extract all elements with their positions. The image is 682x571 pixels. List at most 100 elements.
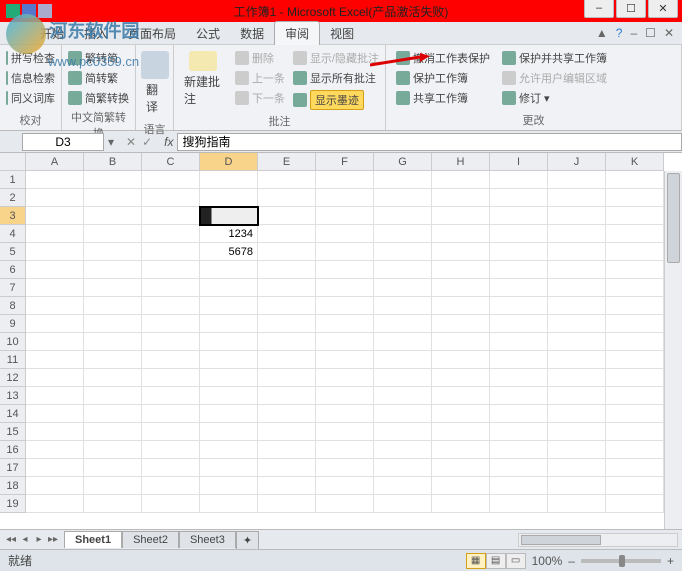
cell[interactable] bbox=[84, 171, 142, 189]
cell[interactable] bbox=[200, 351, 258, 369]
cell[interactable] bbox=[200, 315, 258, 333]
cell[interactable] bbox=[606, 171, 664, 189]
cell[interactable] bbox=[374, 261, 432, 279]
cell[interactable] bbox=[84, 297, 142, 315]
cell[interactable] bbox=[26, 171, 84, 189]
sheet-tab[interactable]: Sheet1 bbox=[64, 531, 122, 548]
row-header[interactable]: 14 bbox=[0, 405, 25, 423]
cell[interactable] bbox=[316, 207, 374, 225]
cell[interactable] bbox=[84, 405, 142, 423]
cell[interactable] bbox=[374, 441, 432, 459]
cell[interactable] bbox=[316, 333, 374, 351]
cell[interactable] bbox=[200, 297, 258, 315]
cell[interactable] bbox=[258, 261, 316, 279]
cell[interactable] bbox=[26, 225, 84, 243]
col-header[interactable]: G bbox=[374, 153, 432, 170]
row-header[interactable]: 10 bbox=[0, 333, 25, 351]
row-header[interactable]: 18 bbox=[0, 477, 25, 495]
cell[interactable] bbox=[374, 405, 432, 423]
formula-bar[interactable] bbox=[177, 133, 682, 151]
cell[interactable] bbox=[490, 333, 548, 351]
cell[interactable] bbox=[258, 351, 316, 369]
cell[interactable] bbox=[258, 369, 316, 387]
cell[interactable] bbox=[316, 261, 374, 279]
row-header[interactable]: 3 bbox=[0, 207, 25, 225]
show-all-comments-button[interactable]: 显示所有批注 bbox=[291, 69, 381, 87]
cell[interactable] bbox=[26, 189, 84, 207]
cell[interactable] bbox=[316, 243, 374, 261]
cell[interactable] bbox=[258, 243, 316, 261]
cell[interactable] bbox=[200, 477, 258, 495]
cell[interactable] bbox=[84, 423, 142, 441]
cell[interactable] bbox=[142, 369, 200, 387]
share-workbook-button[interactable]: 共享工作簿 bbox=[394, 89, 492, 107]
col-header[interactable]: B bbox=[84, 153, 142, 170]
new-comment-button[interactable]: 新建批注 bbox=[178, 47, 229, 111]
cell[interactable] bbox=[606, 297, 664, 315]
maximize-button[interactable]: ☐ bbox=[616, 0, 646, 18]
cell[interactable] bbox=[374, 333, 432, 351]
tab-nav-last[interactable]: ▸▸ bbox=[46, 534, 60, 545]
cell[interactable] bbox=[490, 207, 548, 225]
cell[interactable] bbox=[548, 297, 606, 315]
cell[interactable] bbox=[84, 441, 142, 459]
cell[interactable] bbox=[316, 405, 374, 423]
cell[interactable] bbox=[606, 225, 664, 243]
cell[interactable] bbox=[432, 297, 490, 315]
cell[interactable] bbox=[606, 387, 664, 405]
cell[interactable] bbox=[316, 423, 374, 441]
cell[interactable] bbox=[490, 261, 548, 279]
cell[interactable] bbox=[606, 261, 664, 279]
cell[interactable] bbox=[432, 351, 490, 369]
cell[interactable] bbox=[26, 369, 84, 387]
cell[interactable] bbox=[84, 369, 142, 387]
row-header[interactable]: 1 bbox=[0, 171, 25, 189]
cell[interactable] bbox=[490, 225, 548, 243]
col-header[interactable]: C bbox=[142, 153, 200, 170]
cell[interactable] bbox=[142, 207, 200, 225]
cell[interactable] bbox=[490, 441, 548, 459]
cell[interactable] bbox=[548, 405, 606, 423]
cell[interactable] bbox=[374, 171, 432, 189]
tab-view[interactable]: 视图 bbox=[320, 22, 364, 45]
cell[interactable] bbox=[548, 351, 606, 369]
cell[interactable] bbox=[26, 441, 84, 459]
col-header[interactable]: A bbox=[26, 153, 84, 170]
row-header[interactable]: 7 bbox=[0, 279, 25, 297]
row-header[interactable]: 11 bbox=[0, 351, 25, 369]
zoom-slider[interactable] bbox=[581, 559, 661, 563]
cell[interactable] bbox=[200, 423, 258, 441]
cell[interactable] bbox=[200, 459, 258, 477]
cell[interactable] bbox=[490, 369, 548, 387]
column-headers[interactable]: A B C D E F G H I J K bbox=[26, 153, 664, 171]
row-header[interactable]: 19 bbox=[0, 495, 25, 513]
name-box-dropdown[interactable]: ▾ bbox=[104, 135, 118, 149]
help-icon[interactable]: ? bbox=[616, 26, 623, 40]
cell[interactable] bbox=[548, 459, 606, 477]
window-close-icon[interactable]: ✕ bbox=[664, 26, 674, 40]
row-header[interactable]: 6 bbox=[0, 261, 25, 279]
cell[interactable] bbox=[374, 369, 432, 387]
cell[interactable] bbox=[316, 171, 374, 189]
cell[interactable] bbox=[142, 387, 200, 405]
row-header[interactable]: 5 bbox=[0, 243, 25, 261]
cell[interactable] bbox=[432, 243, 490, 261]
thesaurus-button[interactable]: 同义词库 bbox=[4, 89, 57, 107]
cell[interactable] bbox=[142, 279, 200, 297]
cell[interactable] bbox=[26, 279, 84, 297]
tab-pagelayout[interactable]: 页面布局 bbox=[118, 22, 186, 45]
cell[interactable] bbox=[374, 207, 432, 225]
cell[interactable] bbox=[316, 189, 374, 207]
cell[interactable] bbox=[26, 207, 84, 225]
cell[interactable] bbox=[548, 387, 606, 405]
col-header[interactable]: F bbox=[316, 153, 374, 170]
row-header[interactable]: 2 bbox=[0, 189, 25, 207]
name-box[interactable]: D3 bbox=[22, 133, 104, 151]
cell[interactable] bbox=[258, 315, 316, 333]
cell[interactable] bbox=[142, 315, 200, 333]
cell[interactable] bbox=[432, 459, 490, 477]
cell[interactable] bbox=[490, 477, 548, 495]
hscroll-thumb[interactable] bbox=[521, 535, 601, 545]
chinese-convert-button[interactable]: 简繁转换 bbox=[66, 89, 131, 107]
cell[interactable] bbox=[200, 441, 258, 459]
